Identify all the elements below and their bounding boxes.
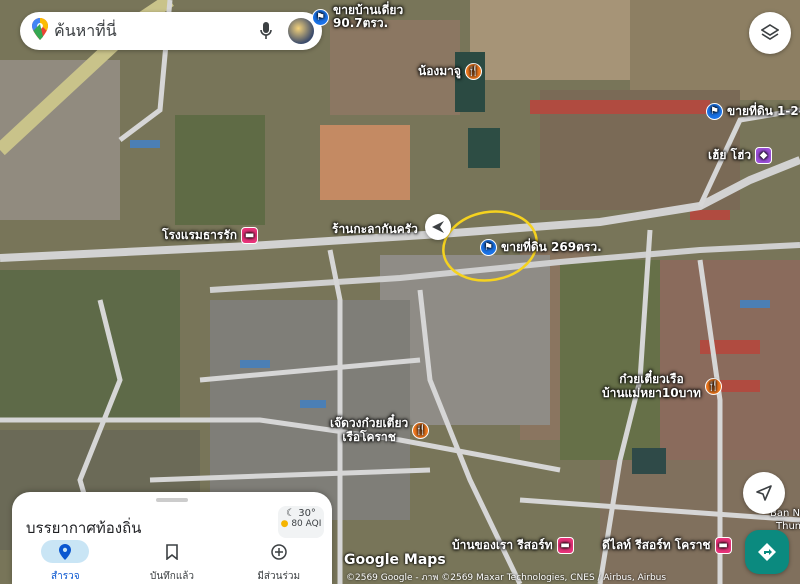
nav-saved[interactable]: บันทึกแล้ว — [119, 536, 226, 584]
direction-arrow-icon — [432, 221, 444, 233]
poi-label: น้องมาจู — [418, 64, 461, 78]
search-bar[interactable]: ค้นหาที่นี่ — [20, 12, 322, 50]
my-location-button[interactable] — [743, 472, 785, 514]
poi-jedtuang[interactable]: เจ๊ดวงก๋วยเตี๋ยว เรือโคราช 🍴 — [330, 416, 430, 444]
street-view-marker[interactable] — [425, 214, 451, 240]
bottom-sheet[interactable]: บรรยากาศท้องถิ่น ☾ 30° ● 80 AQI สำรวจ บั… — [12, 492, 332, 584]
add-circle-icon — [255, 540, 303, 563]
weather-temp: 30° — [298, 508, 316, 519]
poi-label: เจ๊ดวงก๋วยเตี๋ยว เรือโคราช — [330, 416, 409, 444]
layers-icon — [761, 24, 779, 40]
shop-icon: ◆ — [755, 147, 773, 164]
poi-nong-maju[interactable]: น้องมาจู 🍴 — [418, 62, 482, 81]
explore-pin-icon — [41, 540, 90, 563]
directions-icon — [758, 543, 776, 561]
poi-shop[interactable]: ร้านกะลากันครัว — [332, 220, 418, 239]
flag-icon: ⚑ — [706, 103, 723, 120]
nav-label: มีส่วนร่วม — [257, 571, 301, 582]
flag-icon: ⚑ — [480, 239, 497, 256]
restaurant-icon: 🍴 — [412, 421, 430, 439]
hotel-icon: ▬ — [241, 227, 259, 244]
poi-label: ร้านกะลากันครัว — [332, 222, 418, 236]
directions-button[interactable] — [745, 530, 789, 574]
drag-handle[interactable] — [156, 498, 188, 502]
search-input[interactable]: ค้นหาที่นี่ — [48, 19, 252, 44]
poi-label: ขายที่ดิน 269ตรว. — [501, 240, 602, 254]
poi-label: ก๋วยเตี๋ยวเรือ บ้านแม่หยา10บาท — [602, 372, 701, 400]
poi-hea-ho[interactable]: เฮ้ย โฮ่ว ◆ — [708, 146, 773, 165]
layers-button[interactable] — [749, 12, 791, 54]
profile-avatar[interactable] — [288, 18, 314, 44]
poi-label: เฮ้ย โฮ่ว — [708, 148, 752, 162]
weather-chip[interactable]: ☾ 30° ● 80 AQI — [278, 506, 324, 538]
microphone-icon[interactable] — [252, 17, 280, 45]
google-maps-pin-icon — [32, 18, 48, 44]
poi-label: ขายที่ดิน 1-2-15 — [727, 104, 800, 118]
bookmark-icon — [148, 540, 196, 563]
poi-resort-2[interactable]: ดีไลท์ รีสอร์ท โคราช ▬ — [602, 536, 732, 555]
restaurant-icon: 🍴 — [464, 63, 482, 80]
nav-label: สำรวจ — [51, 571, 80, 582]
poi-label: บ้านของเรา รีสอร์ท — [452, 538, 553, 552]
nav-label: บันทึกแล้ว — [149, 571, 195, 582]
restaurant-icon: 🍴 — [704, 377, 722, 395]
nav-explore[interactable]: สำรวจ — [12, 536, 119, 584]
poi-hotel[interactable]: โรงแรมธารรัก ▬ — [162, 226, 259, 245]
poi-noodle-ruea[interactable]: ก๋วยเตี๋ยวเรือ บ้านแม่หยา10บาท 🍴 — [602, 372, 722, 400]
poi-land-1215[interactable]: ⚑ ขายที่ดิน 1-2-15 — [706, 102, 800, 121]
hotel-icon: ▬ — [556, 537, 574, 554]
flag-icon: ⚑ — [312, 8, 329, 26]
google-maps-logo: Google Maps — [344, 552, 446, 568]
moon-icon: ☾ — [286, 508, 296, 519]
hotel-icon: ▬ — [714, 537, 732, 554]
nav-contribute[interactable]: มีส่วนร่วม — [225, 536, 332, 584]
attribution-text[interactable]: ©2569 Google - ภาพ ©2569 Maxar Technolog… — [346, 570, 666, 584]
weather-aqi: 80 AQI — [291, 519, 322, 529]
poi-resort-1[interactable]: บ้านของเรา รีสอร์ท ▬ — [452, 536, 574, 555]
bottom-nav: สำรวจ บันทึกแล้ว มีส่วนร่วม — [12, 536, 332, 584]
poi-label: ดีไลท์ รีสอร์ท โคราช — [602, 538, 711, 552]
aqi-dot-icon: ● — [280, 519, 289, 529]
poi-land-907[interactable]: ⚑ ขายบ้านเดี่ยว 90.7ตรว. — [312, 4, 403, 30]
poi-label: ขายบ้านเดี่ยว 90.7ตรว. — [333, 3, 404, 30]
poi-land-269[interactable]: ⚑ ขายที่ดิน 269ตรว. — [480, 238, 602, 257]
location-arrow-icon — [756, 485, 772, 501]
poi-label: โรงแรมธารรัก — [162, 228, 238, 242]
